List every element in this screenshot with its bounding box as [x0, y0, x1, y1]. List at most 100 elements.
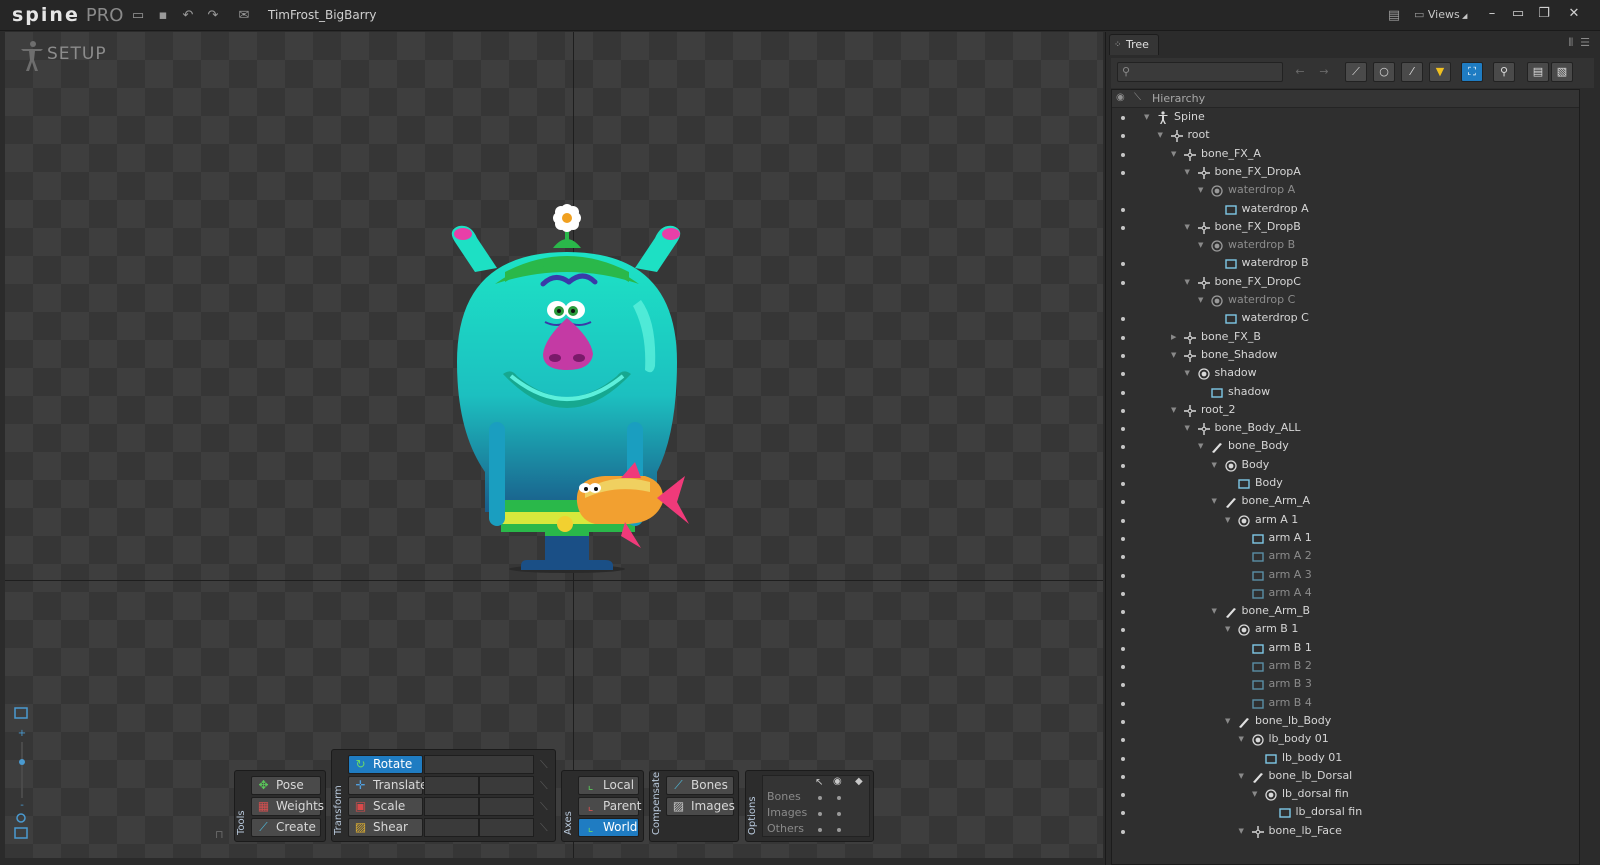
tree-row[interactable]: ▼ waterdrop C: [1112, 292, 1579, 310]
tree-row[interactable]: ▶ bone_FX_B: [1112, 329, 1579, 347]
create-tool-button[interactable]: ⟋ Create: [251, 818, 321, 837]
bones-select-toggle[interactable]: [818, 796, 822, 800]
collapse-arrow-icon[interactable]: ▼: [1239, 771, 1247, 781]
compensate-bones-button[interactable]: ⟋ Bones: [666, 776, 734, 795]
visibility-dot[interactable]: [1121, 774, 1125, 779]
filter-bones-button[interactable]: ⟋: [1345, 62, 1367, 82]
visibility-dot[interactable]: [1121, 335, 1125, 340]
save-icon[interactable]: ▪: [155, 8, 171, 24]
visibility-dot[interactable]: [1121, 665, 1125, 669]
images-visible-toggle[interactable]: [837, 812, 841, 816]
lock-icon[interactable]: ⊓: [215, 828, 224, 841]
shear-x-field[interactable]: [424, 818, 479, 837]
tree-row[interactable]: arm B 3: [1112, 676, 1579, 694]
visibility-dot[interactable]: [1121, 244, 1125, 248]
visibility-dot[interactable]: [1121, 573, 1125, 578]
tree-row[interactable]: Body: [1112, 475, 1579, 493]
tree-row[interactable]: waterdrop A: [1112, 201, 1579, 219]
filter-slots-button[interactable]: ○: [1373, 62, 1395, 82]
collapse-all-button[interactable]: ▤: [1527, 62, 1549, 82]
tree-row[interactable]: ▼ Body: [1112, 457, 1579, 475]
collapse-arrow-icon[interactable]: ▼: [1185, 277, 1193, 287]
tree-row[interactable]: arm B 2: [1112, 658, 1579, 676]
collapse-arrow-icon[interactable]: ▼: [1185, 222, 1193, 232]
tree-row[interactable]: waterdrop C: [1112, 310, 1579, 328]
visibility-dot[interactable]: [1121, 463, 1125, 468]
visibility-dot[interactable]: [1121, 701, 1125, 706]
visibility-dot[interactable]: [1121, 170, 1125, 175]
tree-row[interactable]: ▼ bone_FX_DropA: [1112, 164, 1579, 182]
visibility-dot[interactable]: [1121, 207, 1125, 212]
visibility-dot[interactable]: [1121, 628, 1125, 633]
tree-row[interactable]: ▼ Spine: [1112, 109, 1579, 127]
visibility-dot[interactable]: [1121, 610, 1125, 615]
translate-tool-button[interactable]: ✛ Translate: [348, 776, 428, 795]
focus-selection-button[interactable]: ⛶: [1461, 62, 1483, 82]
tree-row[interactable]: lb_dorsal fin: [1112, 804, 1579, 822]
tree-row[interactable]: ▼ arm A 1: [1112, 512, 1579, 530]
next-result-button[interactable]: →: [1313, 62, 1335, 82]
collapse-arrow-icon[interactable]: ▼: [1171, 405, 1179, 415]
visibility-dot[interactable]: [1121, 280, 1125, 285]
tree-row[interactable]: arm B 1: [1112, 640, 1579, 658]
tree-view[interactable]: ◉ ⟍ Hierarchy ▼ Spine ▼ root ▼ bone_FX_A ▼ bone…: [1111, 89, 1580, 865]
visibility-dot[interactable]: [1121, 591, 1125, 596]
collapse-arrow-icon[interactable]: ▼: [1185, 423, 1193, 433]
collapse-arrow-icon[interactable]: ▼: [1185, 368, 1193, 378]
editor-viewport[interactable]: SETUP + - ⊓ Tools ✥ Pose ▦ Weights ⟋ Cre…: [5, 32, 1103, 858]
visibility-dot[interactable]: [1121, 482, 1125, 486]
others-select-toggle[interactable]: [818, 828, 822, 832]
visibility-dot[interactable]: [1121, 500, 1125, 505]
world-axes-button[interactable]: ⌞ World: [578, 818, 639, 837]
tree-row[interactable]: ▼ root: [1112, 127, 1579, 145]
scale-y-field[interactable]: [479, 797, 534, 816]
shear-y-field[interactable]: [479, 818, 534, 837]
panel-menu-icon[interactable]: ☰: [1580, 36, 1590, 49]
visibility-dot[interactable]: [1121, 719, 1125, 724]
collapse-arrow-icon[interactable]: ▼: [1252, 789, 1260, 799]
visibility-dot[interactable]: [1121, 811, 1125, 816]
tree-row[interactable]: ▼ bone_lb_Dorsal: [1112, 768, 1579, 786]
shear-tool-button[interactable]: ▨ Shear: [348, 818, 423, 837]
visibility-dot[interactable]: [1121, 116, 1125, 120]
visibility-dot[interactable]: [1121, 317, 1125, 322]
tree-row[interactable]: ▼ bone_lb_Face: [1112, 823, 1579, 841]
translate-key-icon[interactable]: ⟍: [540, 780, 552, 792]
layout-icon[interactable]: ▤: [1386, 8, 1402, 24]
tree-row[interactable]: ▼ bone_FX_DropC: [1112, 274, 1579, 292]
visibility-dot[interactable]: [1121, 646, 1125, 651]
visibility-dot[interactable]: [1121, 829, 1125, 834]
others-visible-toggle[interactable]: [837, 828, 841, 832]
collapse-arrow-icon[interactable]: ▼: [1225, 716, 1233, 726]
panel-settings-icon[interactable]: ⫴: [1569, 36, 1574, 49]
zoom-slider[interactable]: + -: [13, 704, 31, 840]
tree-row[interactable]: ▼ waterdrop B: [1112, 237, 1579, 255]
tree-row[interactable]: ▼ arm B 1: [1112, 621, 1579, 639]
expand-all-button[interactable]: ▧: [1551, 62, 1573, 82]
character-sprite[interactable]: [445, 172, 705, 592]
tree-row[interactable]: ▼ bone_Arm_A: [1112, 493, 1579, 511]
tree-row[interactable]: ▼ bone_FX_A: [1112, 146, 1579, 164]
visibility-dot[interactable]: [1121, 536, 1125, 541]
undo-icon[interactable]: ↶: [180, 8, 196, 24]
tree-row[interactable]: ▼ bone_Body: [1112, 438, 1579, 456]
parent-axes-button[interactable]: ⌞ Parent: [578, 797, 641, 816]
collapse-arrow-icon[interactable]: ▼: [1225, 624, 1233, 634]
close-button[interactable]: ✕: [1562, 4, 1586, 24]
tree-row[interactable]: ▼ lb_body 01: [1112, 731, 1579, 749]
visibility-dot[interactable]: [1121, 299, 1125, 303]
tree-row[interactable]: arm A 2: [1112, 548, 1579, 566]
collapse-arrow-icon[interactable]: ▼: [1212, 460, 1220, 470]
visibility-dot[interactable]: [1121, 738, 1125, 743]
collapse-arrow-icon[interactable]: ▼: [1239, 734, 1247, 744]
visibility-dot[interactable]: [1121, 408, 1125, 413]
collapse-arrow-icon[interactable]: ▼: [1225, 515, 1233, 525]
tree-row[interactable]: ▼ shadow: [1112, 365, 1579, 383]
tree-row[interactable]: arm A 3: [1112, 567, 1579, 585]
tree-row[interactable]: ▼ bone_Arm_B: [1112, 603, 1579, 621]
tree-row[interactable]: ▼ root_2: [1112, 402, 1579, 420]
tree-row[interactable]: lb_body 01: [1112, 750, 1579, 768]
scale-key-icon[interactable]: ⟍: [540, 801, 552, 813]
tree-row[interactable]: waterdrop B: [1112, 255, 1579, 273]
filter-attachments-button[interactable]: ⁄: [1401, 62, 1423, 82]
